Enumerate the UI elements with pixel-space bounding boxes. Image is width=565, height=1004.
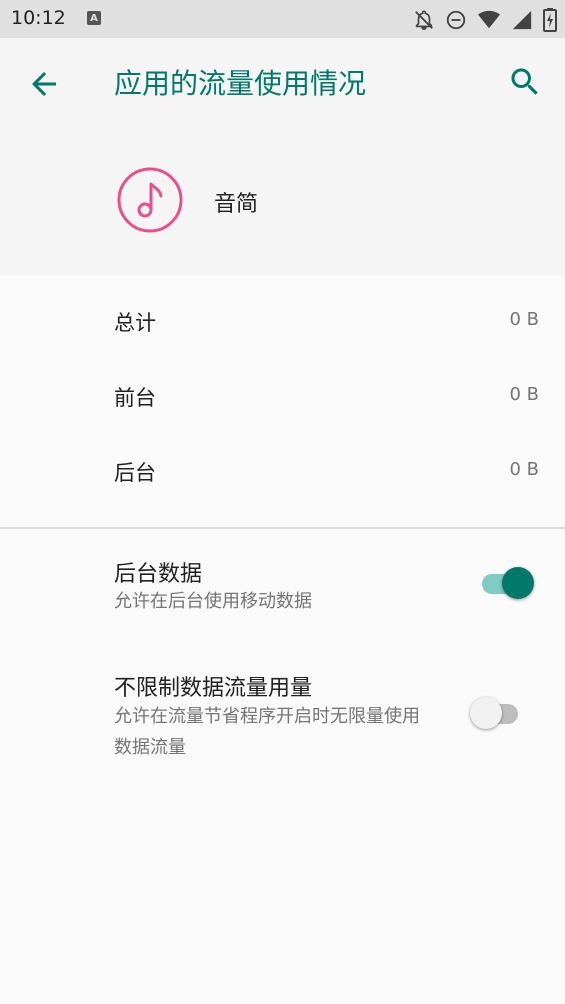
back-button[interactable]: [26, 66, 62, 102]
do-not-disturb-icon: [446, 10, 466, 30]
background-data-switch[interactable]: [476, 564, 536, 604]
usage-value: 0 B: [509, 459, 539, 480]
cell-signal-icon: [512, 10, 532, 30]
pref-summary: 允许在后台使用移动数据: [114, 591, 312, 612]
switch-thumb: [470, 697, 502, 729]
status-time: 10:12: [11, 7, 66, 29]
usage-label: 后台: [114, 461, 156, 485]
usage-label: 总计: [114, 311, 156, 335]
usage-row-total: 总计 0 B: [0, 301, 565, 341]
app-icon: [117, 167, 183, 233]
music-note-icon: [117, 167, 183, 233]
header: 应用的流量使用情况 音简: [0, 38, 565, 276]
status-bar: 10:12 A: [0, 0, 565, 38]
status-icons: [413, 8, 557, 32]
arrow-back-icon: [32, 72, 56, 96]
switch-thumb: [502, 567, 534, 599]
pref-title: 不限制数据流量用量: [114, 676, 313, 701]
page-title: 应用的流量使用情况: [114, 67, 367, 100]
usage-row-background: 后台 0 B: [0, 451, 565, 491]
search-icon: [511, 68, 538, 95]
usage-value: 0 B: [509, 309, 539, 330]
usage-row-foreground: 前台 0 B: [0, 376, 565, 416]
app-name: 音简: [214, 192, 259, 217]
wifi-icon: [478, 10, 500, 29]
battery-charging-icon: [543, 8, 557, 32]
usage-label: 前台: [114, 386, 156, 410]
notification-icon: A: [87, 11, 101, 25]
pref-summary: 允许在流量节省程序开启时无限量使用数据流量: [114, 706, 420, 758]
pref-title: 后台数据: [114, 562, 203, 587]
search-button[interactable]: [507, 64, 543, 100]
usage-value: 0 B: [509, 384, 539, 405]
divider: [0, 527, 565, 529]
notifications-off-icon: [415, 10, 433, 30]
unrestricted-data-switch[interactable]: [470, 694, 530, 734]
